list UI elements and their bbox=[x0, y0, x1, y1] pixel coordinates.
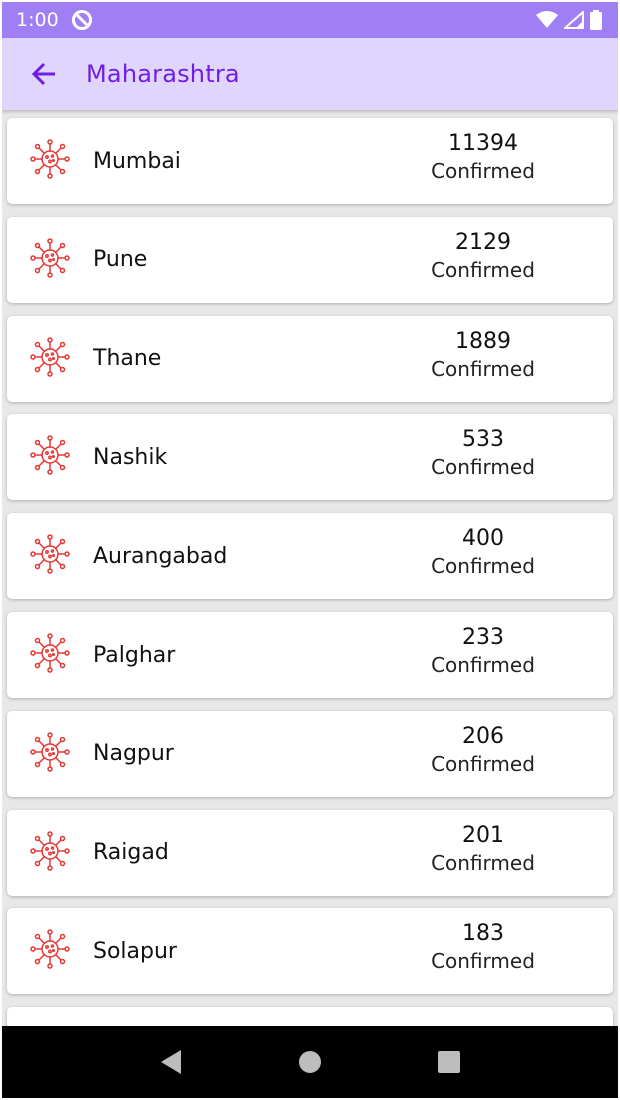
back-button[interactable] bbox=[22, 52, 66, 96]
confirmed-count: 1889 bbox=[455, 328, 511, 354]
district-row[interactable]: Palghar 233 Confirmed bbox=[7, 612, 613, 698]
virus-icon bbox=[29, 928, 71, 970]
confirmed-count-block: 400 Confirmed bbox=[413, 525, 553, 579]
district-list[interactable]: Mumbai 11394 Confirmed Pune 2129 Confirmed T… bbox=[2, 110, 618, 1026]
square-recents-icon bbox=[437, 1051, 460, 1073]
confirmed-count-block: 233 Confirmed bbox=[413, 624, 553, 678]
district-row[interactable]: Thane 1889 Confirmed bbox=[7, 315, 613, 402]
district-name: Aurangabad bbox=[93, 543, 228, 569]
virus-icon bbox=[29, 336, 71, 378]
arrow-left-icon bbox=[31, 62, 55, 86]
district-name: Nashik bbox=[93, 444, 168, 470]
confirmed-label: Confirmed bbox=[431, 850, 535, 875]
confirmed-label: Confirmed bbox=[431, 653, 535, 677]
virus-icon bbox=[29, 434, 71, 476]
wifi-icon bbox=[536, 11, 558, 28]
district-name: Palghar bbox=[93, 642, 176, 668]
status-icons bbox=[536, 10, 602, 30]
confirmed-count-block: 201 Confirmed bbox=[413, 822, 553, 876]
app-bar: Maharashtra bbox=[2, 38, 618, 110]
confirmed-label: Confirmed bbox=[431, 554, 535, 579]
virus-icon bbox=[29, 237, 71, 279]
status-time: 1:00 bbox=[16, 9, 59, 31]
district-name: Mumbai bbox=[93, 148, 181, 174]
nav-home-button[interactable] bbox=[290, 1042, 330, 1082]
confirmed-count-block: 183 Confirmed bbox=[413, 920, 553, 974]
confirmed-count: 400 bbox=[462, 526, 504, 552]
confirmed-count-block: 2129 Confirmed bbox=[413, 229, 553, 283]
district-row[interactable]: Solapur 183 Confirmed bbox=[7, 908, 613, 995]
district-name: Raigad bbox=[93, 840, 169, 866]
confirmed-count: 2129 bbox=[455, 229, 511, 255]
district-row[interactable]: Pune 2129 Confirmed bbox=[7, 216, 613, 303]
page-title: Maharashtra bbox=[86, 60, 240, 88]
virus-icon bbox=[29, 138, 71, 180]
battery-icon bbox=[590, 10, 602, 30]
triangle-back-icon bbox=[161, 1050, 182, 1074]
district-name: Solapur bbox=[93, 938, 177, 964]
confirmed-count-block: 533 Confirmed bbox=[413, 426, 553, 480]
cellular-signal-icon bbox=[564, 11, 584, 29]
nav-back-button[interactable] bbox=[151, 1042, 191, 1082]
district-name: Nagpur bbox=[93, 741, 174, 767]
virus-icon bbox=[29, 731, 71, 773]
confirmed-count: 201 bbox=[462, 822, 504, 848]
confirmed-label: Confirmed bbox=[431, 455, 535, 480]
confirmed-label: Confirmed bbox=[431, 257, 535, 282]
district-row[interactable]: Nagpur 206 Confirmed bbox=[7, 710, 613, 797]
confirmed-count: 533 bbox=[462, 427, 504, 453]
district-row[interactable]: Nashik 533 Confirmed bbox=[7, 414, 613, 501]
confirmed-count: 183 bbox=[462, 921, 504, 947]
confirmed-count-block: 11394 Confirmed bbox=[413, 130, 553, 184]
confirmed-label: Confirmed bbox=[431, 949, 535, 974]
confirmed-label: Confirmed bbox=[431, 356, 535, 381]
do-not-disturb-icon bbox=[71, 9, 93, 31]
circle-home-icon bbox=[298, 1051, 321, 1073]
district-row[interactable]: Aurangabad 400 Confirmed bbox=[7, 513, 613, 600]
confirmed-count: 233 bbox=[462, 625, 504, 650]
district-row[interactable] bbox=[7, 1007, 613, 1026]
district-row[interactable]: Raigad 201 Confirmed bbox=[7, 809, 613, 896]
confirmed-label: Confirmed bbox=[431, 159, 535, 183]
system-nav-bar bbox=[2, 1026, 618, 1098]
district-name: Thane bbox=[93, 346, 162, 372]
virus-icon bbox=[29, 533, 71, 575]
confirmed-label: Confirmed bbox=[431, 751, 535, 776]
screen: 1:00 Maharashtra Mumbai 11394 Confirmed … bbox=[2, 2, 618, 1098]
confirmed-count: 206 bbox=[462, 723, 504, 749]
nav-recents-button[interactable] bbox=[429, 1042, 469, 1082]
confirmed-count: 11394 bbox=[448, 131, 518, 156]
status-bar: 1:00 bbox=[2, 2, 618, 38]
district-row[interactable]: Mumbai 11394 Confirmed bbox=[7, 118, 613, 204]
confirmed-count-block: 206 Confirmed bbox=[413, 723, 553, 777]
district-name: Pune bbox=[93, 247, 148, 273]
virus-icon bbox=[29, 632, 71, 674]
virus-icon bbox=[29, 830, 71, 872]
confirmed-count-block: 1889 Confirmed bbox=[413, 328, 553, 382]
